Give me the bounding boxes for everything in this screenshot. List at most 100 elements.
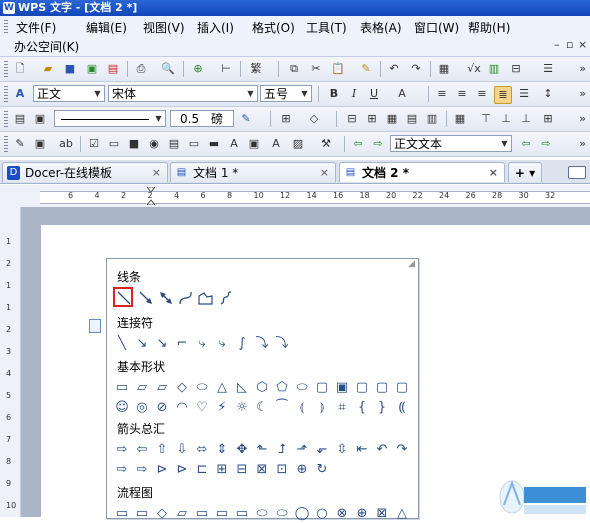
line-shape-icon[interactable] xyxy=(115,289,133,307)
quad-arrow-icon[interactable]: ✥ xyxy=(233,441,251,459)
arrow-line-shape-icon[interactable] xyxy=(137,289,155,307)
left-right-arrow-icon[interactable]: ⬄ xyxy=(193,441,211,459)
plaque-icon[interactable]: ▢ xyxy=(373,379,391,397)
chevron-down-icon[interactable]: ▼ xyxy=(299,87,310,100)
smiley-icon[interactable]: ☺ xyxy=(113,399,131,417)
tab-doc1[interactable]: ▤ 文档 1 * × xyxy=(170,162,336,182)
menu-view[interactable]: 视图(V) xyxy=(143,19,185,36)
alternate-process-icon[interactable]: ▭ xyxy=(133,505,151,523)
bold-icon[interactable]: B xyxy=(326,86,342,102)
table-split-icon[interactable]: ⊞ xyxy=(364,111,380,127)
cut-icon[interactable]: ✂ xyxy=(308,61,324,77)
line-style-combo[interactable]: ▼ xyxy=(54,110,166,127)
down-arrow-callout-icon[interactable]: ⊠ xyxy=(253,461,271,479)
distribute-icon[interactable]: ⊞ xyxy=(540,111,556,127)
restore-doc-icon[interactable]: ▫ xyxy=(566,38,573,51)
font-size-combo[interactable]: 五号 ▼ xyxy=(260,85,312,102)
lightning-icon[interactable]: ⚡ xyxy=(213,399,231,417)
predefined-process-icon[interactable]: ▭ xyxy=(193,505,211,523)
u-turn-arrow-icon[interactable]: ⬏ xyxy=(293,441,311,459)
right-arrow-callout-icon[interactable]: ⊏ xyxy=(193,461,211,479)
cylinder-icon[interactable]: ⬭ xyxy=(293,379,311,397)
menu-format[interactable]: 格式(O) xyxy=(252,19,295,36)
curve-shape-icon[interactable] xyxy=(177,289,195,307)
align-bottom-icon[interactable]: ⊥ xyxy=(518,111,534,127)
underline-icon[interactable]: U xyxy=(366,86,382,102)
listbox-icon[interactable]: ▤ xyxy=(166,136,182,152)
vertical-ruler[interactable]: 1 2 1 1 2 3 4 5 6 7 8 9 10 xyxy=(0,207,21,517)
frame-form-icon[interactable]: ▣ xyxy=(246,136,262,152)
horizontal-ruler[interactable]: 6 4 2 2 4 6 8 10 12 14 16 18 20 22 24 26 28 30 32 xyxy=(0,185,590,208)
pentagon-arrow-icon[interactable]: ⊳ xyxy=(153,461,171,479)
straight-connector-icon[interactable]: ╲ xyxy=(113,335,131,353)
align-left-icon[interactable]: ≡ xyxy=(434,86,450,102)
left-brace-icon[interactable]: { xyxy=(353,399,371,417)
scribble-shape-icon[interactable] xyxy=(217,289,235,307)
tab-list-icon[interactable] xyxy=(568,166,586,179)
left-arrow-callout-icon[interactable]: ⊞ xyxy=(213,461,231,479)
paragraph-style-combo[interactable]: 正文文本 ▼ xyxy=(390,135,512,152)
rounded-rectangle-icon[interactable]: ⬭ xyxy=(193,379,211,397)
table-cols-icon[interactable]: ▥ xyxy=(424,111,440,127)
elbow-arrow-connector-icon[interactable]: ⤷ xyxy=(193,335,211,353)
insert-object-icon[interactable]: ⊕ xyxy=(190,61,206,77)
distributed-align-icon[interactable]: ☰ xyxy=(516,86,532,102)
edit-icon[interactable]: ✎ xyxy=(12,136,28,152)
trapezoid-icon[interactable]: ▱ xyxy=(153,379,171,397)
border-icon[interactable]: ⊞ xyxy=(278,111,294,127)
double-arrow-connector-icon[interactable]: ↘ xyxy=(153,335,171,353)
copy-icon[interactable]: ⧉ xyxy=(286,61,302,77)
table-icon[interactable]: ▦ xyxy=(436,61,452,77)
wave-icon[interactable]: ⁀ xyxy=(273,399,291,417)
export-pdf-icon[interactable]: ▤ xyxy=(105,61,121,77)
menu-office-space[interactable]: 办公空间(K) xyxy=(14,38,79,55)
print-icon[interactable]: ⎙ xyxy=(133,61,149,77)
close-icon[interactable]: × xyxy=(320,163,329,183)
style-combo[interactable]: 正文 ▼ xyxy=(33,85,105,102)
data-icon[interactable]: ▱ xyxy=(173,505,191,523)
align-center-icon[interactable]: ≡ xyxy=(454,86,470,102)
right-bracket-icon[interactable]: ⦆ xyxy=(313,399,331,417)
menu-grip[interactable] xyxy=(4,20,8,34)
arrow-left-icon[interactable]: ⇦ xyxy=(350,136,366,152)
field-shading-icon[interactable]: ▣ xyxy=(32,136,48,152)
dropdown-form-icon[interactable]: ▭ xyxy=(186,136,202,152)
arc-icon[interactable]: ◠ xyxy=(173,399,191,417)
save-icon[interactable]: ■ xyxy=(62,61,78,77)
curved-up-arrow-icon[interactable]: ↷ xyxy=(393,441,411,459)
donut-icon[interactable]: ◎ xyxy=(133,399,151,417)
font-combo[interactable]: 宋体 ▼ xyxy=(108,85,258,102)
terminator-icon[interactable]: ⬭ xyxy=(273,505,291,523)
up-arrow-callout-icon[interactable]: ⊟ xyxy=(233,461,251,479)
justify-icon[interactable]: ≣ xyxy=(494,86,512,104)
collate-icon[interactable]: ⊠ xyxy=(373,505,391,523)
double-bracket-icon[interactable]: ⸨ xyxy=(393,399,411,417)
up-down-arrow-icon[interactable]: ⇕ xyxy=(213,441,231,459)
chevron-down-icon[interactable]: ▼ xyxy=(92,87,103,100)
minimize-doc-icon[interactable]: – xyxy=(554,38,560,51)
traditional-chinese-icon[interactable]: 繁 xyxy=(248,61,264,77)
toolbar-grip[interactable] xyxy=(4,111,8,127)
more-tools-icon[interactable]: » xyxy=(579,112,586,125)
sun-icon[interactable]: ☼ xyxy=(233,399,251,417)
chevron-down-icon[interactable]: ▼ xyxy=(245,87,256,100)
more-tools-icon[interactable]: » xyxy=(579,62,586,75)
open-icon[interactable]: ▰ xyxy=(40,61,56,77)
right-triangle-icon[interactable]: ◺ xyxy=(233,379,251,397)
bevel-icon[interactable]: ▢ xyxy=(353,379,371,397)
striped-right-arrow-icon[interactable]: ⇨ xyxy=(113,461,131,479)
print-preview-icon[interactable]: 🔍 xyxy=(160,61,176,77)
toolbar-grip[interactable] xyxy=(4,61,8,77)
no-symbol-icon[interactable]: ⊘ xyxy=(153,399,171,417)
octagon-icon[interactable]: ⌗ xyxy=(333,399,351,417)
left-bracket-icon[interactable]: ⦅ xyxy=(293,399,311,417)
elbow-double-arrow-connector-icon[interactable]: ⤷ xyxy=(213,335,231,353)
down-arrow-icon[interactable]: ⇩ xyxy=(173,441,191,459)
right-brace-icon[interactable]: } xyxy=(373,399,391,417)
redo-icon[interactable]: ↷ xyxy=(408,61,424,77)
undo-icon[interactable]: ↶ xyxy=(386,61,402,77)
align-right-icon[interactable]: ≡ xyxy=(474,86,490,102)
hexagon-icon[interactable]: ⬡ xyxy=(253,379,271,397)
text-form-field-icon[interactable]: ▭ xyxy=(106,136,122,152)
chevron-down-icon[interactable]: ▼ xyxy=(153,112,164,125)
